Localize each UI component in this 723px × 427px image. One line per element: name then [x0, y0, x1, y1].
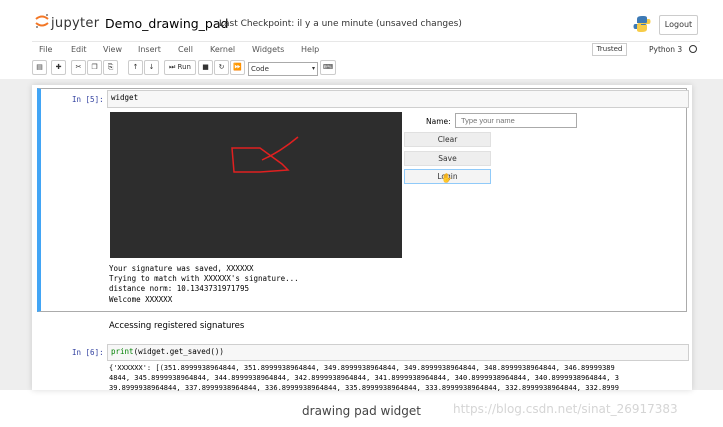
- cell-output: Your signature was saved, XXXXXX Trying …: [109, 264, 299, 304]
- menu-cell[interactable]: Cell: [178, 45, 193, 54]
- python-logo-icon: [633, 16, 651, 32]
- input-prompt: In [5]:: [72, 95, 104, 104]
- kernel-name: Python 3: [649, 45, 683, 54]
- save-icon[interactable]: ▤: [32, 60, 47, 75]
- stop-icon[interactable]: ■: [198, 60, 213, 75]
- logout-button[interactable]: Logout: [659, 15, 698, 35]
- name-input[interactable]: [455, 113, 577, 128]
- code-input[interactable]: print(widget.get_saved()): [107, 344, 689, 361]
- drawing-canvas[interactable]: [110, 112, 402, 258]
- code-text: widget: [111, 93, 139, 102]
- menu-view[interactable]: View: [103, 45, 122, 54]
- code-func: print: [111, 347, 134, 356]
- signature-drawing: [231, 136, 299, 173]
- cut-icon[interactable]: ✂: [71, 60, 86, 75]
- run-icon: ⏭: [169, 63, 176, 71]
- menu-widgets[interactable]: Widgets: [252, 45, 284, 54]
- jupyter-logo-icon[interactable]: [34, 13, 50, 29]
- jupyter-logo-text[interactable]: jupyter: [51, 16, 99, 31]
- move-up-icon[interactable]: ↑: [128, 60, 143, 75]
- keyboard-icon[interactable]: ⌨: [320, 60, 336, 75]
- paste-icon[interactable]: ⎘: [103, 60, 118, 75]
- checkpoint-status: Last Checkpoint: il y a une minute (unsa…: [219, 19, 462, 29]
- clear-button[interactable]: Clear: [404, 132, 491, 147]
- kernel-status-icon: [689, 45, 697, 53]
- code-args: (widget.get_saved()): [133, 347, 224, 356]
- menu-kernel[interactable]: Kernel: [210, 45, 235, 54]
- run-label: Run: [177, 63, 191, 71]
- notebook-name[interactable]: Demo_drawing_pad: [105, 16, 228, 31]
- fast-forward-icon[interactable]: ⏩: [230, 60, 245, 75]
- toolbar: ▤ ✚ ✂ ❐ ⎘ ↑ ↓ ⏭ Run ■ ↻ ⏩ ⌨: [32, 60, 700, 78]
- watermark: https://blog.csdn.net/sinat_26917383: [453, 402, 678, 416]
- menu-file[interactable]: File: [39, 45, 52, 54]
- insert-cell-icon[interactable]: ✚: [51, 60, 66, 75]
- cell-type-select[interactable]: Code ▾: [248, 62, 318, 76]
- save-button[interactable]: Save: [404, 151, 491, 166]
- markdown-text: Accessing registered signatures: [109, 321, 245, 331]
- chevron-down-icon: ▾: [311, 65, 315, 72]
- menu-edit[interactable]: Edit: [71, 45, 87, 54]
- run-button[interactable]: ⏭ Run: [164, 60, 196, 75]
- cell-output: {'XXXXXX': [(351.8999938964844, 351.8999…: [109, 364, 619, 393]
- trusted-indicator[interactable]: Trusted: [592, 43, 627, 56]
- hand-cursor-icon: ✋: [441, 174, 453, 184]
- move-down-icon[interactable]: ↓: [144, 60, 159, 75]
- menu-insert[interactable]: Insert: [138, 45, 161, 54]
- menu-help[interactable]: Help: [301, 45, 319, 54]
- copy-icon[interactable]: ❐: [87, 60, 102, 75]
- code-input[interactable]: widget: [107, 90, 689, 108]
- name-label: Name:: [426, 117, 451, 126]
- cell-type-value: Code: [251, 65, 269, 73]
- restart-icon[interactable]: ↻: [214, 60, 229, 75]
- input-prompt: In [6]:: [72, 348, 104, 357]
